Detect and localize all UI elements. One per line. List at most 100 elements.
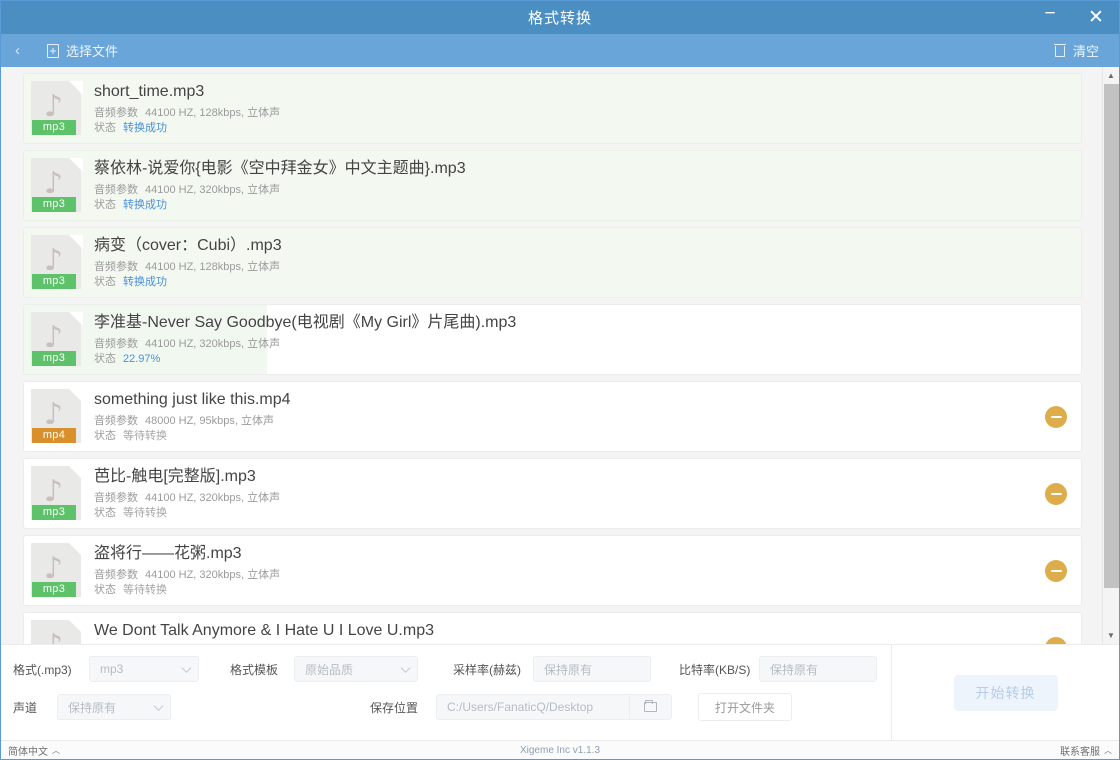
file-status-row: 状态 22.97%: [94, 352, 1067, 367]
params-value: 44100 HZ, 320kbps, 立体声: [145, 337, 281, 350]
file-status-row: 状态 等待转换: [94, 583, 1033, 598]
format-badge: mp3: [32, 350, 76, 366]
file-list[interactable]: ♪ mp3 short_time.mp3 音频参数 44100 HZ, 128kbps,…: [1, 67, 1102, 644]
select-file-button[interactable]: 选择文件: [41, 38, 124, 63]
file-list-item[interactable]: ♪ mp3 病变（cover：Cubi）.mp3 音频参数 44100 HZ, 128k…: [23, 227, 1082, 298]
format-badge: mp3: [32, 196, 76, 212]
file-list-item[interactable]: ♪mp3 We Dont Talk Anymore & I Hate U I Lo…: [23, 612, 1082, 644]
channel-select-value: 保持原有: [68, 700, 117, 715]
support-label: 联系客服: [1060, 746, 1100, 758]
bitrate-input[interactable]: 保持原有: [759, 656, 877, 682]
back-button[interactable]: ‹: [15, 42, 41, 59]
settings-row-2: 声道 保持原有 保存位置 C:/Users/FanaticQ/Desktop 打…: [9, 692, 891, 722]
file-list-item[interactable]: ♪ mp3 盗将行——花粥.mp3 音频参数 44100 HZ, 320kbps, 立体…: [23, 535, 1082, 606]
channel-field: 声道 保持原有: [13, 694, 171, 720]
format-badge: mp3: [32, 119, 76, 135]
file-item-content: ♪ mp3 short_time.mp3 音频参数 44100 HZ, 128kbps,…: [24, 80, 1081, 137]
file-item-content: ♪ mp3 芭比-触电[完整版].mp3 音频参数 44100 HZ, 320kbps,…: [24, 465, 1081, 522]
chevron-down-icon: [400, 663, 411, 673]
audio-file-icon: ♪mp3: [31, 465, 83, 522]
remove-file-button[interactable]: [1045, 559, 1067, 582]
file-list-item[interactable]: ♪ mp3 芭比-触电[完整版].mp3 音频参数 44100 HZ, 320kbps,…: [23, 458, 1082, 529]
samplerate-label: 采样率(赫兹): [453, 662, 521, 677]
file-status-row: 状态 转换成功: [94, 275, 1067, 290]
file-list-item[interactable]: ♪ mp3 李准基-Never Say Goodbye(电视剧《My Girl》片尾…: [23, 304, 1082, 375]
list-scrollbar[interactable]: ▲ ▼: [1102, 67, 1119, 644]
audio-file-icon: ♪mp3: [31, 234, 83, 291]
file-list-area: ♪ mp3 short_time.mp3 音频参数 44100 HZ, 128kbps,…: [1, 67, 1119, 644]
settings-row-1: 格式(.mp3) mp3 格式模板 原始品质 采样率(赫兹) 保持原有 比特率(…: [9, 654, 891, 684]
file-name: 病变（cover：Cubi）.mp3: [94, 236, 282, 254]
start-convert-button[interactable]: 开始转换: [953, 674, 1058, 711]
samplerate-input[interactable]: 保持原有: [533, 656, 651, 682]
channel-label: 声道: [13, 700, 38, 715]
browse-folder-button[interactable]: [629, 695, 671, 719]
file-list-item[interactable]: ♪ mp4 something just like this.mp4 音频参数 4800…: [23, 381, 1082, 452]
chevron-down-icon: [153, 701, 164, 711]
template-label: 格式模板: [230, 662, 279, 677]
channel-select[interactable]: 保持原有: [57, 694, 171, 720]
template-select[interactable]: 原始品质: [294, 656, 418, 682]
file-params-row: 音频参数 44100 HZ, 320kbps, 立体声: [94, 568, 1033, 583]
file-name: 芭比-触电[完整版].mp3: [94, 467, 256, 485]
scroll-up-arrow[interactable]: ▲: [1103, 67, 1120, 84]
savepath-input[interactable]: C:/Users/FanaticQ/Desktop: [437, 695, 629, 719]
file-item-content: ♪ mp3 病变（cover：Cubi）.mp3 音频参数 44100 HZ, 128k…: [24, 234, 1081, 291]
scrollbar-thumb[interactable]: [1103, 84, 1119, 588]
template-select-value: 原始品质: [305, 662, 354, 677]
toolbar: ‹ 选择文件 清空: [1, 34, 1119, 67]
file-list-item[interactable]: ♪ mp3 short_time.mp3 音频参数 44100 HZ, 128kbps,…: [23, 73, 1082, 144]
format-select[interactable]: mp3: [89, 656, 199, 682]
start-area: 开始转换: [891, 645, 1119, 740]
samplerate-field: 采样率(赫兹) 保持原有: [453, 656, 651, 682]
params-label: 音频参数: [94, 106, 138, 119]
template-field: 格式模板 原始品质: [230, 656, 418, 682]
params-value: 44100 HZ, 320kbps, 立体声: [145, 568, 281, 581]
audio-file-icon: ♪mp3: [31, 80, 83, 137]
scroll-down-arrow[interactable]: ▼: [1103, 627, 1120, 644]
audio-file-icon: ♪mp3: [31, 157, 83, 214]
status-label: 状态: [94, 198, 116, 211]
caret-up-icon: ︿: [1104, 745, 1112, 755]
remove-file-button[interactable]: [1045, 482, 1067, 505]
file-name: 盗将行——花粥.mp3: [94, 544, 242, 562]
status-label: 状态: [94, 275, 116, 288]
status-label: 状态: [94, 352, 116, 365]
file-list-item[interactable]: ♪ mp3 蔡依林-说爱你{电影《空中拜金女》中文主题曲}.mp3 音频参数 44100…: [23, 150, 1082, 221]
format-badge: mp3: [32, 273, 76, 289]
file-params-row: 音频参数 44100 HZ, 320kbps, 立体声: [94, 491, 1033, 506]
savepath-label: 保存位置: [370, 700, 419, 715]
file-status-row: 状态 转换成功: [94, 198, 1067, 213]
scrollbar-track[interactable]: [1103, 84, 1120, 627]
status-value: 转换成功: [123, 121, 167, 134]
clear-button[interactable]: 清空: [1048, 38, 1105, 63]
file-item-meta: 病变（cover：Cubi）.mp3 音频参数 44100 HZ, 128kbps,…: [94, 236, 1067, 290]
minimize-button[interactable]: −: [1027, 1, 1073, 34]
select-file-label: 选择文件: [66, 44, 119, 59]
audio-file-icon: ♪ mp4: [31, 388, 83, 445]
file-item-meta: short_time.mp3 音频参数 44100 HZ, 128kbps, 立体声…: [94, 82, 1067, 136]
status-value: 22.97%: [123, 352, 161, 365]
chevron-down-icon: [181, 663, 192, 673]
file-item-content: ♪ mp3 蔡依林-说爱你{电影《空中拜金女》中文主题曲}.mp3 音频参数 44100…: [24, 157, 1081, 214]
params-value: 44100 HZ, 320kbps, 立体声: [145, 491, 281, 504]
status-label: 状态: [94, 583, 116, 596]
status-bar: 简体中文 ︿ Xigeme Inc v1.1.3 联系客服 ︿: [1, 740, 1119, 759]
file-name: something just like this.mp4: [94, 390, 291, 408]
status-value: 转换成功: [123, 198, 167, 211]
file-add-icon: [47, 43, 59, 58]
status-label: 状态: [94, 506, 116, 519]
support-menu[interactable]: 联系客服 ︿: [1060, 743, 1112, 758]
file-item-meta: 蔡依林-说爱你{电影《空中拜金女》中文主题曲}.mp3 音频参数 44100 HZ,…: [94, 159, 1067, 213]
params-value: 44100 HZ, 128kbps, 立体声: [145, 106, 281, 119]
close-button[interactable]: ✕: [1073, 1, 1119, 34]
remove-file-button[interactable]: [1045, 405, 1067, 428]
format-badge: mp4: [32, 427, 76, 443]
format-badge: mp3: [32, 581, 76, 597]
bitrate-label: 比特率(KB/S): [679, 662, 751, 677]
remove-file-button[interactable]: [1045, 636, 1067, 644]
file-status-row: 状态 等待转换: [94, 429, 1033, 444]
open-folder-button[interactable]: 打开文件夹: [698, 693, 793, 721]
format-select-value: mp3: [100, 662, 124, 676]
clear-label: 清空: [1072, 44, 1099, 59]
